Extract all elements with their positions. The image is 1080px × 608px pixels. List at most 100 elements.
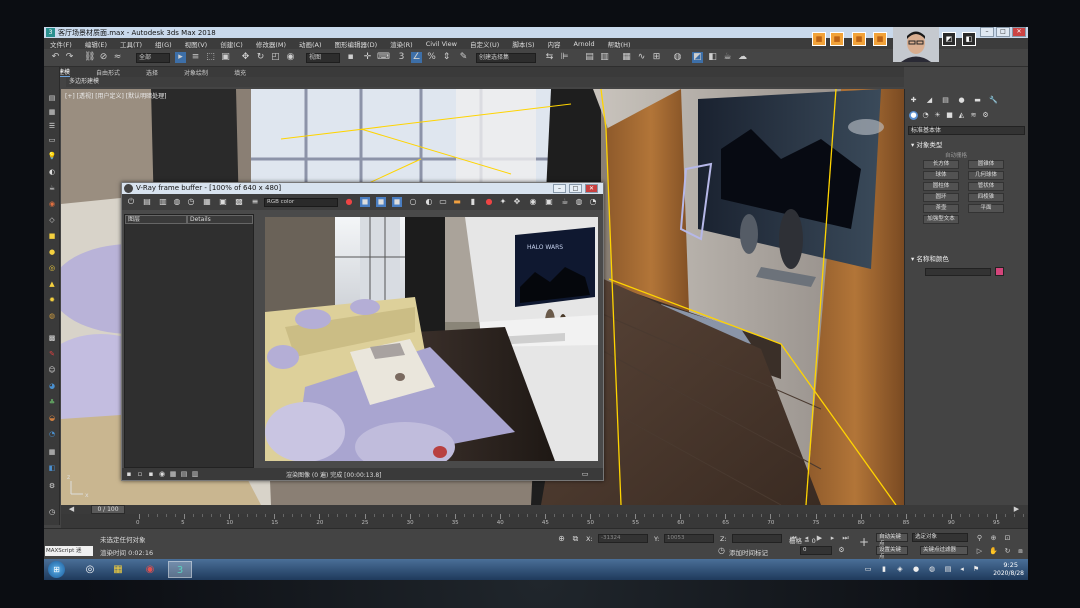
shape-icon[interactable]: ◇ [47,215,57,225]
menu-item-15[interactable]: 帮助(H) [608,39,631,49]
vfb-status-icon-3[interactable]: ▪ [146,469,156,479]
render-online-icon[interactable]: ☁ [737,52,748,63]
lights-icon[interactable]: ☀ [933,111,942,120]
menu-item-1[interactable]: 编辑(E) [85,39,107,49]
maximize-viewport-icon[interactable]: ⧈ [1015,546,1026,557]
select-icon[interactable]: ▸ [175,52,186,63]
ribbon-tab-4[interactable]: 填充 [234,68,246,77]
vfb-save-icon[interactable]: ▤ [142,197,152,207]
object-type-button-2[interactable]: 球体 [923,171,959,180]
vfb-save-image-icon[interactable]: ▭ [438,197,448,207]
sun-icon[interactable]: ✹ [47,295,57,305]
modify-tab-icon[interactable]: ◢ [925,96,934,105]
vfb-grid-icon[interactable]: ▩ [234,197,244,207]
menu-item-7[interactable]: 动画(A) [299,39,322,49]
rotate-icon[interactable]: ↻ [255,52,266,63]
name-color-rollout[interactable]: ▾ 名称和颜色 [908,253,1025,263]
cameras-icon[interactable]: ■ [945,111,954,120]
object-type-button-7[interactable]: 四棱锥 [968,193,1004,202]
vfb-status-icon-5[interactable]: ▦ [168,469,178,479]
selection-set-dropdown[interactable]: 创建选择集 [476,53,536,63]
teapot-icon[interactable]: ☕ [47,183,57,193]
vfb-minimize-button[interactable]: – [553,184,566,193]
display-tab-icon[interactable]: ▬ [973,96,982,105]
menu-item-3[interactable]: 组(G) [155,39,172,49]
close-button[interactable]: ✕ [1012,27,1026,37]
vfb-sphere-icon[interactable]: ◍ [574,197,584,207]
checker-icon[interactable]: ▩ [47,333,57,343]
maximize-button[interactable]: □ [996,27,1010,37]
menu-item-4[interactable]: 视图(V) [185,39,208,49]
manipulate-icon[interactable]: ✛ [362,52,373,63]
link-icon[interactable]: ⛓ [84,52,95,63]
play-icon[interactable]: ▶ [814,533,825,544]
vfb-green-channel-icon[interactable]: ◼ [376,197,386,207]
overlay-tool-icon-2[interactable]: ▦ [830,32,844,46]
tray-security-icon[interactable]: ◍ [928,565,936,573]
render-icon[interactable]: ☕ [722,52,733,63]
grid-icon[interactable]: ▦ [47,447,57,457]
menu-item-10[interactable]: Civil View [426,40,457,48]
hierarchy-tab-icon[interactable]: ▤ [941,96,950,105]
vfb-circle-icon[interactable]: ◍ [172,197,182,207]
taskbar-browser-icon[interactable]: ◉ [138,561,162,578]
vfb-status-icon-4[interactable]: ◉ [157,469,167,479]
cone-icon[interactable]: ▲ [47,279,57,289]
align-icon[interactable]: ⊫ [559,52,570,63]
motion-tab-icon[interactable]: ● [957,96,966,105]
vfb-status-icon-6[interactable]: ▤ [179,469,189,479]
material-icon[interactable]: ◉ [47,199,57,209]
rendered-frame-icon[interactable]: ◧ [707,52,718,63]
geometry-icon[interactable]: ● [909,111,918,120]
layer-explorer-icon[interactable]: ▥ [599,52,610,63]
vfb-status-icon-1[interactable]: ▪ [124,469,134,479]
select-name-icon[interactable]: ≡ [190,52,201,63]
vfb-maximize-button[interactable]: □ [569,184,582,193]
vfb-status-icon-7[interactable]: ▥ [190,469,200,479]
vfb-title-bar[interactable]: V-Ray frame buffer - [100% of 640 x 480]… [122,183,603,194]
menu-item-8[interactable]: 图形编辑器(D) [335,39,378,49]
pivot-icon[interactable]: ▪ [345,52,356,63]
sphere-icon[interactable]: ● [47,247,57,257]
key-filters-button[interactable]: 关键点过滤器 [920,546,968,555]
ribbon-tab-3[interactable]: 对象绘制 [184,68,208,77]
object-type-button-0[interactable]: 长方体 [923,160,959,169]
current-frame-field[interactable]: 0 [800,546,832,555]
vfb-alpha-icon[interactable]: ○ [408,197,418,207]
object-type-button-8[interactable]: 茶壶 [923,204,959,213]
vfb-layers-column-header[interactable]: 图层 [125,215,187,224]
window-crossing-icon[interactable]: ▣ [220,52,231,63]
render-setup-icon[interactable]: ◩ [692,52,703,63]
auto-key-button[interactable]: 自动关键点 [876,533,908,547]
pan-icon[interactable]: ✋ [988,546,999,557]
vfb-channel-dropdown[interactable]: RGB color [264,198,338,207]
box-icon[interactable]: ■ [47,231,57,241]
set-key-button[interactable]: 设置关键点 [876,546,908,560]
bind-icon[interactable]: ≈ [112,52,123,63]
menu-item-11[interactable]: 自定义(U) [470,39,499,49]
tray-network-icon[interactable]: ▤ [944,565,952,573]
systems-icon[interactable]: ⚙ [981,111,990,120]
vfb-render-region-icon[interactable]: ✦ [498,197,508,207]
clock-time[interactable]: 9:25 [1003,561,1018,569]
vfb-color-icon[interactable]: ● [344,197,354,207]
next-frame-icon[interactable]: ▸ [827,533,838,544]
overlay-tool-icon-6[interactable]: ◧ [962,32,976,46]
object-type-button-9[interactable]: 平面 [968,204,1004,213]
place-icon[interactable]: ◉ [285,52,296,63]
settings-icon[interactable]: ⚙ [47,481,57,491]
tray-bluetooth-icon[interactable]: ◈ [896,565,904,573]
tray-flag-icon[interactable]: ⚑ [972,565,980,573]
hierarchy-icon[interactable]: ☰ [47,121,57,131]
curve-editor-icon[interactable]: ∿ [636,52,647,63]
cube-icon[interactable]: ◧ [47,463,57,473]
redo-icon[interactable]: ↷ [64,52,75,63]
overlay-tool-icon-4[interactable]: ▦ [873,32,887,46]
object-type-button-1[interactable]: 圆锥体 [968,160,1004,169]
taskbar-explorer-icon[interactable]: ▦ [106,561,130,578]
tray-keyboard-icon[interactable]: ▭ [864,565,872,573]
view-dropdown[interactable]: 视图 [306,53,340,63]
clock-date[interactable]: 2020/8/28 [993,570,1024,577]
menu-item-14[interactable]: Arnold [574,40,595,48]
add-time-tag[interactable]: 添加时间标记 [729,547,768,557]
